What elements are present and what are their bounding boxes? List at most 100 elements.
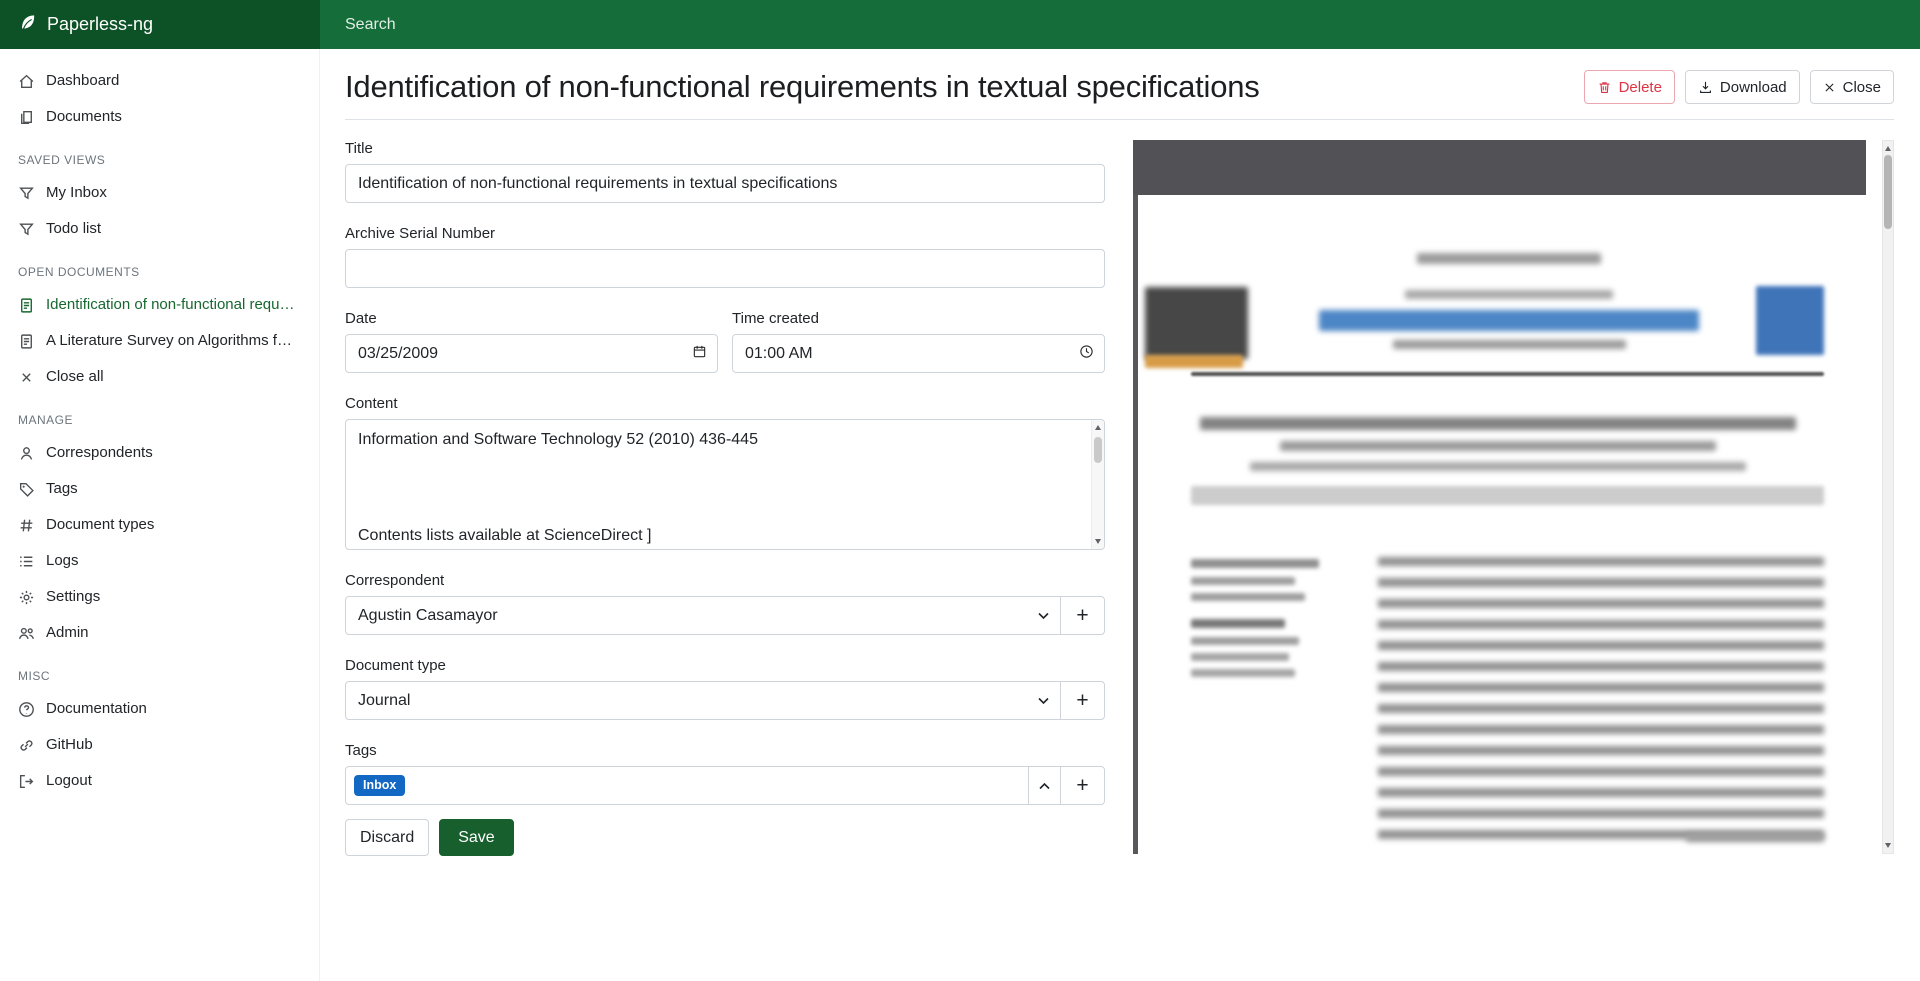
tags-dropdown-toggle[interactable] [1028, 766, 1061, 805]
add-correspondent-button[interactable]: + [1060, 596, 1105, 635]
sidebar-item-label: Identification of non-functional require… [46, 296, 296, 314]
sidebar-open-doc-literature-survey[interactable]: A Literature Survey on Algorithms for Mu… [0, 323, 319, 359]
navbar-search-area [320, 0, 1920, 49]
pdf-viewer[interactable] [1133, 140, 1866, 854]
pdf-blur-block [1145, 355, 1243, 368]
sidebar-item-label: Todo list [46, 220, 101, 238]
sidebar-open-doc-identification[interactable]: Identification of non-functional require… [0, 287, 319, 323]
sidebar-item-my-inbox[interactable]: My Inbox [0, 175, 319, 211]
documents-icon [18, 109, 35, 126]
tags-input[interactable]: Inbox [345, 766, 1029, 805]
scroll-down-arrow[interactable] [1095, 539, 1101, 544]
time-group: Time created [732, 310, 1105, 373]
scroll-down-arrow[interactable] [1885, 843, 1891, 848]
sidebar-item-label: A Literature Survey on Algorithms for Mu… [46, 332, 296, 350]
title-input[interactable] [345, 164, 1105, 203]
sidebar-item-logout[interactable]: Logout [0, 763, 319, 799]
document-type-select[interactable]: Journal [345, 681, 1061, 720]
asn-input[interactable] [345, 249, 1105, 288]
pdf-blur-abstract [1378, 557, 1824, 847]
add-tag-button[interactable]: + [1060, 766, 1105, 805]
search-input[interactable] [320, 16, 1920, 34]
close-button[interactable]: Close [1810, 70, 1894, 104]
content-group: Content Information and Software Technol… [345, 395, 1105, 550]
sidebar-item-admin[interactable]: Admin [0, 615, 319, 651]
title-label: Title [345, 140, 1105, 157]
sidebar-item-documents[interactable]: Documents [0, 99, 319, 135]
sidebar-item-settings[interactable]: Settings [0, 579, 319, 615]
scrollbar-thumb[interactable] [1094, 437, 1102, 463]
pdf-blur-block [1393, 340, 1626, 349]
pdf-blur-block [1405, 290, 1613, 299]
save-button[interactable]: Save [439, 819, 513, 856]
document-header: Identification of non-functional require… [345, 49, 1894, 120]
sidebar-item-logs[interactable]: Logs [0, 543, 319, 579]
correspondent-label: Correspondent [345, 572, 1105, 589]
tags-label: Tags [345, 742, 1105, 759]
sidebar-item-label: Dashboard [46, 72, 119, 90]
document-type-label: Document type [345, 657, 1105, 674]
app-title: Paperless-ng [47, 14, 153, 35]
sidebar-item-correspondents[interactable]: Correspondents [0, 435, 319, 471]
content-label: Content [345, 395, 1105, 412]
content-textarea[interactable]: Information and Software Technology 52 (… [345, 419, 1105, 550]
pdf-blur-block [1191, 619, 1285, 628]
trash-icon [1597, 80, 1612, 95]
preview-scrollbar[interactable] [1882, 140, 1894, 854]
people-icon [18, 625, 35, 642]
sidebar-section-saved-views: SAVED VIEWS [0, 135, 319, 175]
paperless-leaf-icon [18, 13, 37, 37]
content-scrollbar[interactable] [1091, 420, 1104, 549]
hash-icon [18, 517, 35, 534]
sidebar-item-label: Documents [46, 108, 122, 126]
download-button[interactable]: Download [1685, 70, 1800, 104]
person-icon [18, 445, 35, 462]
time-created-input[interactable] [732, 334, 1105, 373]
sidebar-item-label: GitHub [46, 736, 93, 754]
scroll-up-arrow[interactable] [1095, 425, 1101, 430]
content-row: Title Archive Serial Number Date Time cr… [345, 120, 1894, 856]
sidebar-item-tags[interactable]: Tags [0, 471, 319, 507]
header-actions: Delete Download Close [1584, 70, 1894, 104]
pdf-preview-panel [1133, 140, 1894, 856]
page-title: Identification of non-functional require… [345, 69, 1260, 105]
sidebar-item-github[interactable]: GitHub [0, 727, 319, 763]
github-link-icon [18, 737, 35, 754]
list-icon [18, 553, 35, 570]
sidebar-item-documentation[interactable]: Documentation [0, 691, 319, 727]
pdf-blur-rule [1191, 372, 1824, 376]
time-created-label: Time created [732, 310, 1105, 327]
scrollbar-thumb[interactable] [1884, 155, 1892, 229]
tag-badge-inbox[interactable]: Inbox [354, 775, 405, 796]
sidebar-item-label: Correspondents [46, 444, 153, 462]
sidebar-item-document-types[interactable]: Document types [0, 507, 319, 543]
pdf-blur-block [1191, 637, 1299, 645]
pdf-toolbar [1133, 140, 1866, 195]
correspondent-select[interactable]: Agustin Casamayor [345, 596, 1061, 635]
asn-label: Archive Serial Number [345, 225, 1105, 242]
add-document-type-button[interactable]: + [1060, 681, 1105, 720]
scroll-up-arrow[interactable] [1885, 146, 1891, 151]
delete-button[interactable]: Delete [1584, 70, 1675, 104]
pdf-blur-block [1250, 462, 1746, 471]
discard-button[interactable]: Discard [345, 819, 429, 856]
date-input[interactable] [345, 334, 718, 373]
sidebar-item-label: Close all [46, 368, 104, 386]
title-group: Title [345, 140, 1105, 203]
pdf-blur-block [1191, 593, 1305, 601]
sidebar-item-todo-list[interactable]: Todo list [0, 211, 319, 247]
correspondent-group: Correspondent Agustin Casamayor + [345, 572, 1105, 635]
main-content: Identification of non-functional require… [320, 49, 1920, 981]
sidebar-item-label: Logs [46, 552, 79, 570]
pdf-page [1138, 195, 1866, 854]
house-icon [18, 73, 35, 90]
pdf-blur-journal-logo [1145, 287, 1248, 359]
sidebar-section-manage: MANAGE [0, 395, 319, 435]
pdf-blur-journal-title [1319, 310, 1699, 331]
sidebar-item-label: Document types [46, 516, 154, 534]
sidebar-item-close-all[interactable]: Close all [0, 359, 319, 395]
sidebar-item-dashboard[interactable]: Dashboard [0, 63, 319, 99]
app-brand[interactable]: Paperless-ng [0, 0, 320, 49]
sidebar-section-open-documents: OPEN DOCUMENTS [0, 247, 319, 287]
pdf-blur-band [1191, 486, 1824, 505]
